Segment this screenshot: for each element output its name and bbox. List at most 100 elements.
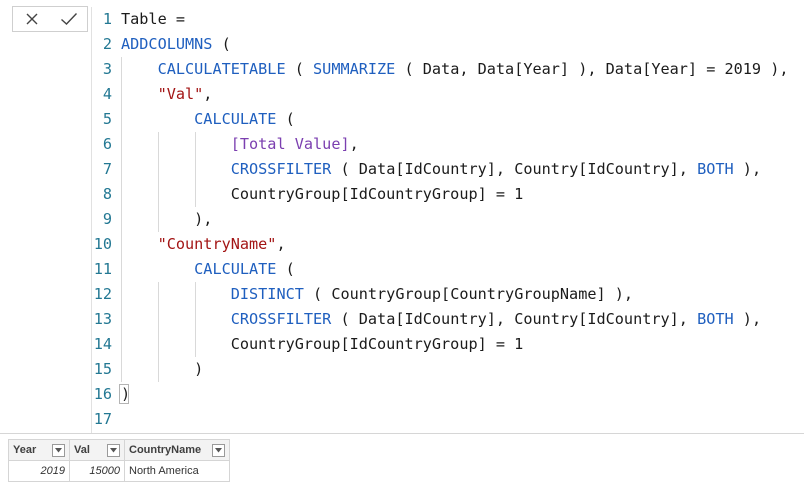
code-token: "Val" [157,85,204,103]
x-icon [26,13,37,25]
dax-editor[interactable]: 1 Table = 2 ADDCOLUMNS (3 CALCULATETABLE ( … [91,7,804,433]
column-header-label: Year [13,444,37,456]
chevron-down-icon [215,447,222,452]
column-header-label: Val [74,444,90,456]
cancel-button[interactable] [17,8,47,30]
code-line[interactable]: 7 CROSSFILTER ( Data[IdCountry], Country… [92,157,804,182]
code-token: CALCULATE [194,260,277,278]
line-number: 2 [102,35,112,53]
line-number: 13 [93,310,112,328]
code-text: CALCULATE ( [121,107,295,132]
code-text: "CountryName", [121,232,286,257]
code-text: DISTINCT ( CountryGroup[CountryGroupName… [121,282,633,307]
code-token: ( CountryGroup[CountryGroupName] ), [303,285,634,303]
code-token: ( [276,110,295,128]
column-header-countryname[interactable]: CountryName [124,439,230,461]
commit-button[interactable] [54,8,84,30]
cell-countryname[interactable]: North America [124,460,230,482]
chevron-down-icon [110,447,117,452]
code-text: CountryGroup[IdCountryGroup] = 1 [121,182,524,207]
code-token: BOTH [697,310,734,328]
code-token: ( [212,35,231,53]
line-number: 9 [102,210,112,228]
code-line[interactable]: 13 CROSSFILTER ( Data[IdCountry], Countr… [92,307,804,332]
code-token: ( Data[IdCountry], Country[IdCountry], [331,310,698,328]
code-token: DISTINCT [230,285,304,303]
line-number: 11 [93,260,112,278]
table-row[interactable]: 2019 15000 North America [8,460,230,482]
code-text: CALCULATETABLE ( SUMMARIZE ( Data, Data[… [121,57,789,82]
code-token: BOTH [697,160,734,178]
line-number: 5 [102,110,112,128]
code-line[interactable]: 8 CountryGroup[IdCountryGroup] = 1 [92,182,804,207]
code-token: ( [276,260,295,278]
line-number: 15 [93,360,112,378]
code-line[interactable]: 4 "Val", [92,82,804,107]
line-number: 16 [93,385,112,403]
table-header-row: Year Val CountryName [8,439,230,461]
code-token: ADDCOLUMNS [121,35,213,53]
code-token: ) [121,385,131,403]
code-token: Table = [121,10,186,28]
code-line[interactable]: 16) [92,382,804,407]
code-line[interactable]: 14 CountryGroup[IdCountryGroup] = 1 [92,332,804,357]
line-number: 14 [93,335,112,353]
formula-bar: 1 Table = 2 ADDCOLUMNS (3 CALCULATETABLE ( … [0,0,804,434]
code-text: ADDCOLUMNS ( [121,32,231,57]
line-number: 4 [102,85,112,103]
code-token: ), [121,210,213,228]
code-text: Table = [121,7,185,32]
code-line[interactable]: 15 ) [92,357,804,382]
code-token: ( [285,60,314,78]
code-token: CROSSFILTER [230,310,332,328]
column-header-year[interactable]: Year [8,439,70,461]
code-token: "CountryName" [157,235,277,253]
chevron-down-icon [55,447,62,452]
column-header-val[interactable]: Val [69,439,125,461]
check-icon [60,13,77,25]
code-token: , [203,85,213,103]
line-number: 12 [93,285,112,303]
code-line[interactable]: 3 CALCULATETABLE ( SUMMARIZE ( Data, Dat… [92,57,804,82]
code-text: CountryGroup[IdCountryGroup] = 1 [121,332,524,357]
code-token: ), [733,310,762,328]
code-text: ) [121,357,203,382]
cell-val[interactable]: 15000 [69,460,125,482]
line-number: 3 [102,60,112,78]
code-text: CALCULATE ( [121,257,295,282]
code-text: CROSSFILTER ( Data[IdCountry], Country[I… [121,157,761,182]
code-token: ) [121,360,204,378]
line-number: 8 [102,185,112,203]
column-filter-dropdown[interactable] [212,443,225,457]
code-text: ), [121,207,212,232]
code-line[interactable]: 17 [92,407,804,432]
cell-year[interactable]: 2019 [8,460,70,482]
line-number: 10 [93,235,112,253]
code-line[interactable]: 10 "CountryName", [92,232,804,257]
line-number: 17 [93,410,112,428]
code-text: ) [121,382,130,407]
column-filter-dropdown[interactable] [107,443,120,457]
code-line[interactable]: 9 ), [92,207,804,232]
code-line[interactable]: 12 DISTINCT ( CountryGroup[CountryGroupN… [92,282,804,307]
code-token: [Total Value] [230,135,350,153]
code-token: ( Data, Data[Year] ), Data[Year] = 2019 … [395,60,789,78]
code-line[interactable]: 6 [Total Value], [92,132,804,157]
code-line[interactable]: 5 CALCULATE ( [92,107,804,132]
column-filter-dropdown[interactable] [52,443,65,457]
code-line[interactable]: 1 Table = [92,7,804,32]
code-text: [Total Value], [121,132,359,157]
line-number: 1 [102,10,112,28]
formula-actions [12,6,88,32]
code-token: , [349,135,359,153]
code-line[interactable]: 2 ADDCOLUMNS ( [92,32,804,57]
code-line[interactable]: 11 CALCULATE ( [92,257,804,282]
code-token: SUMMARIZE [313,60,396,78]
